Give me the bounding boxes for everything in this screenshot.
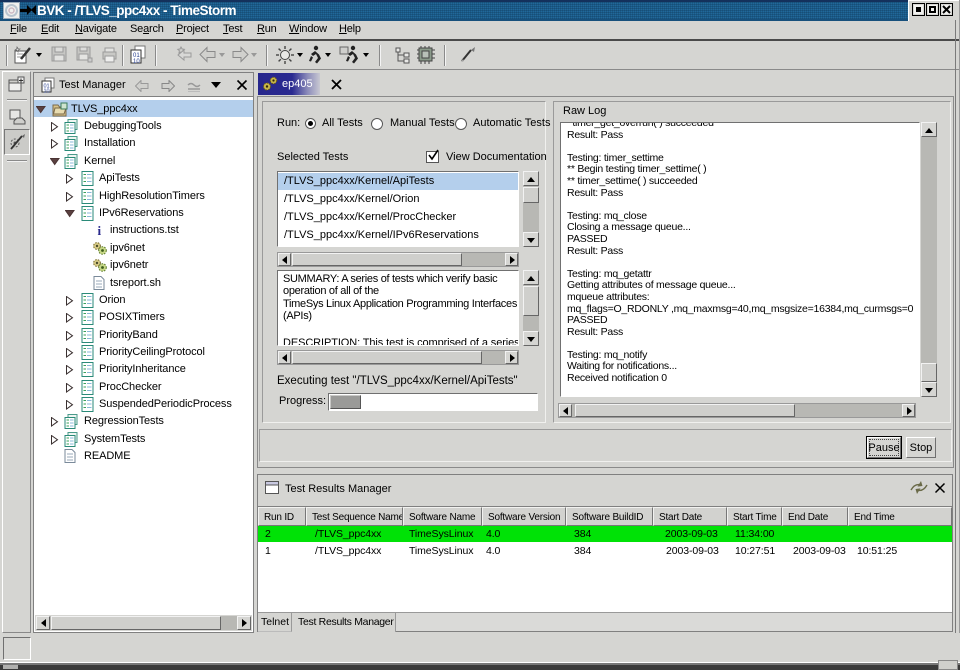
svg-text:i: i: [98, 223, 102, 237]
svg-text:10: 10: [133, 59, 140, 65]
svg-text:10: 10: [44, 89, 50, 95]
